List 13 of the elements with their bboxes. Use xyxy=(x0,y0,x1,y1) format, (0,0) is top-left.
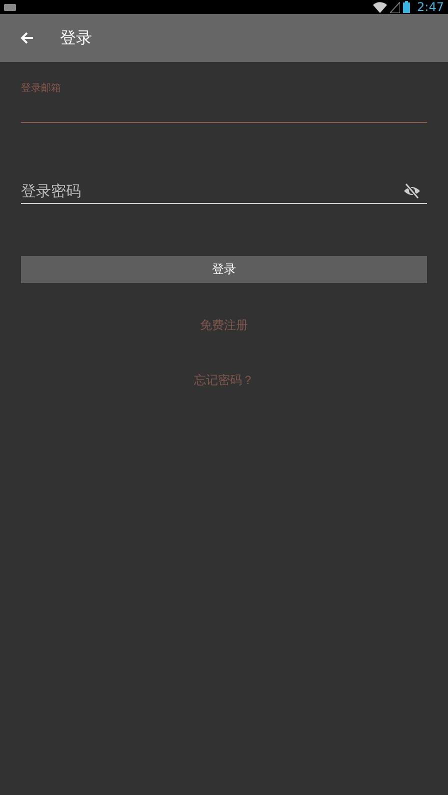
visibility-off-icon[interactable] xyxy=(403,183,421,199)
email-field[interactable]: 登录邮箱 xyxy=(21,82,427,123)
wifi-icon xyxy=(373,2,388,12)
password-field[interactable]: 登录密码 xyxy=(21,179,427,204)
screen-title: 登录 xyxy=(60,28,92,48)
notification-icon xyxy=(4,4,16,10)
battery-icon xyxy=(403,1,410,13)
login-button[interactable]: 登录 xyxy=(21,256,427,283)
text-link[interactable]: 免费注册 xyxy=(200,317,248,334)
signal-icon xyxy=(390,2,400,12)
back-icon[interactable] xyxy=(20,31,34,45)
status-time: 2:47 xyxy=(417,0,444,14)
text-link[interactable]: 忘记密码？ xyxy=(194,372,254,389)
